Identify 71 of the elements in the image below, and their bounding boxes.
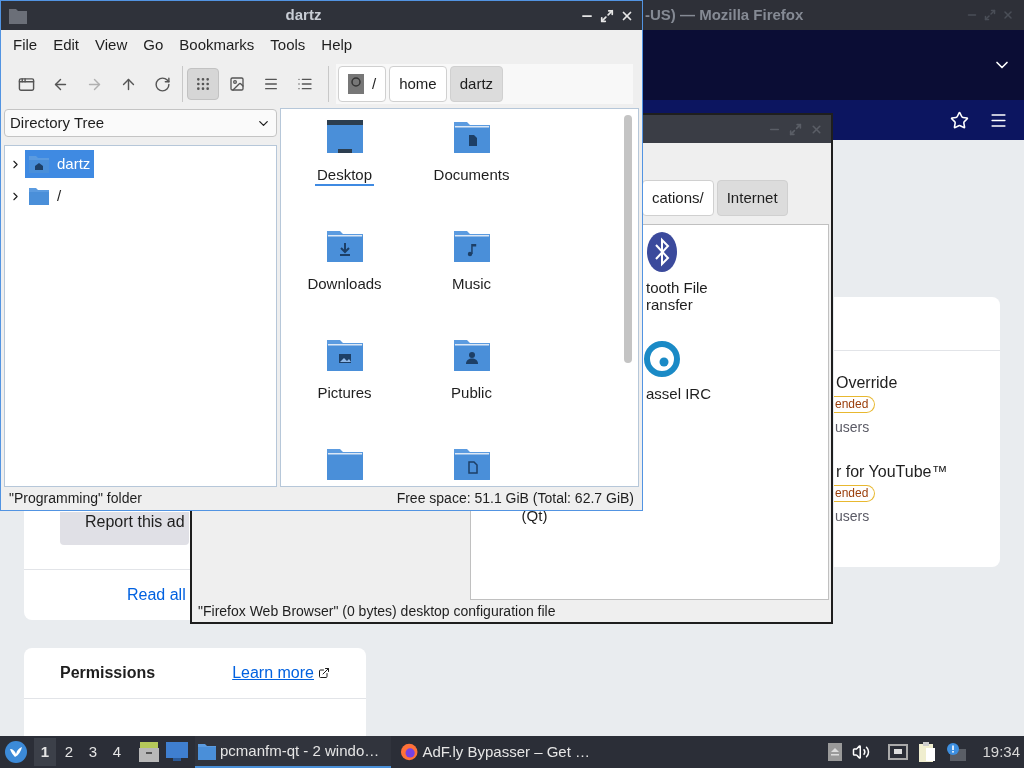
icon-view-icon [195,76,211,92]
file-label[interactable]: Pictures [315,384,374,404]
path-button[interactable]: Internet [716,180,788,216]
status-text: "Firefox Web Browser" (0 bytes) desktop configuration file [198,601,556,621]
file-label[interactable]: Documents [431,166,512,186]
menu-item[interactable]: Edit [45,33,88,57]
thumbnail-view-icon [229,76,245,92]
compact-view-icon [263,76,279,92]
star-icon[interactable] [950,110,969,130]
scrollbar[interactable] [624,115,632,363]
window-title: dartz [284,5,323,26]
ring-icon [641,339,682,379]
path-button[interactable]: cations/ [642,180,714,216]
learn-more-link[interactable]: Learn more [232,661,314,685]
new-window-icon [17,75,35,93]
path-button[interactable]: home [389,66,447,102]
menu-item[interactable]: File [5,33,46,57]
external-link-icon [318,667,330,679]
workspace-button[interactable]: 3 [82,738,104,766]
side-pane-dropdown[interactable]: Directory Tree [4,109,277,137]
folder-icon [29,187,49,205]
read-all-link[interactable]: Read all [127,583,186,607]
task-button[interactable]: AdF.ly Bypasser – Get … [397,736,593,768]
free-space-text: Free space: 51.1 GiB (Total: 62.7 GiB) [396,489,634,508]
folder-icon [198,742,216,760]
icon-view-button[interactable] [187,68,219,100]
window-title: -US) — Mozilla Firefox [645,4,804,25]
menu-item[interactable]: Tools [262,33,314,57]
maximize-icon[interactable] [600,8,614,23]
clock[interactable]: 19:34 [982,740,1020,764]
clipboard-icon[interactable] [918,742,937,762]
volume-icon[interactable] [852,743,871,761]
status-text: "Programming" folder [9,489,142,508]
path-button[interactable]: dartz [449,66,504,102]
file-label[interactable]: Downloads [305,275,384,295]
tree-item[interactable]: / [25,182,66,210]
app-label[interactable]: (Qt) [521,507,548,524]
report-button[interactable]: Report this ad [60,512,189,545]
drive-icon [348,74,364,94]
eject-icon[interactable] [828,743,843,761]
addon-name[interactable]: r for YouTube™ [834,462,948,482]
start-menu-icon[interactable] [5,741,27,763]
home-folder-icon [29,155,49,173]
file-cabinet-icon[interactable] [138,741,160,763]
addon-name[interactable]: Override [834,373,898,393]
menu-item[interactable]: Help [313,33,361,57]
workspace-button[interactable]: 1 [34,738,56,766]
notification-icon[interactable] [946,743,967,761]
menu-item[interactable]: Go [135,33,172,57]
app-label[interactable]: assel IRC [646,385,712,402]
user-count: users [834,507,870,526]
file-label[interactable]: Music [449,275,494,295]
user-count: users [834,418,870,437]
menu-item[interactable]: View [87,33,136,57]
workspace-button[interactable]: 4 [106,738,128,766]
file-label[interactable]: Public [449,384,494,404]
reload-icon [153,75,171,93]
path-button[interactable]: / [338,66,387,102]
permissions-heading: Permissions [60,663,156,683]
monitor-icon[interactable] [166,742,188,762]
app-label[interactable]: tooth File ransfer [646,279,708,313]
tree-item[interactable]: dartz [25,150,95,178]
network-icon[interactable] [888,744,909,760]
file-label[interactable]: Desktop [315,166,374,186]
detail-view-icon [297,76,313,92]
workspace-button[interactable]: 2 [58,738,80,766]
task-button[interactable]: pcmanfm-qt - 2 windo… [195,736,391,768]
bluetooth-icon [645,231,678,273]
menu-item[interactable]: Bookmarks [171,33,263,57]
browser-icon [400,742,419,762]
folder-icon [9,7,27,24]
